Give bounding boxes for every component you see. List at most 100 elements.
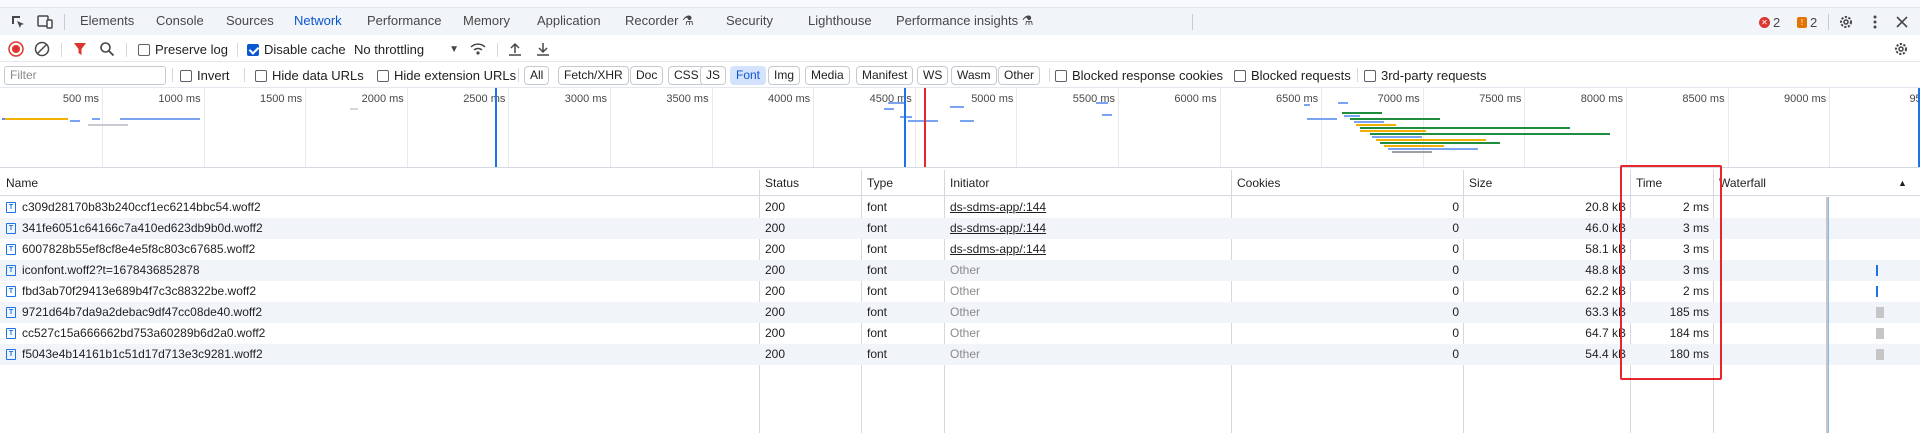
more-options-icon[interactable] (1866, 13, 1884, 31)
type-filter-all[interactable]: All (524, 66, 550, 85)
type-filter-ws[interactable]: WS (917, 66, 949, 85)
filter-input[interactable]: Filter (4, 66, 166, 85)
font-file-icon: T (6, 328, 16, 339)
waterfall-bar[interactable] (1876, 307, 1884, 318)
record-stop-icon[interactable] (7, 40, 25, 58)
disable-cache-checkbox[interactable]: Disable cache (247, 42, 346, 57)
close-devtools-icon[interactable] (1893, 13, 1911, 31)
cell-name[interactable]: c309d28170b83b240ccf1ec6214bbc54.woff2 (22, 197, 752, 218)
third-party-requests-checkbox[interactable]: 3rd-party requests (1364, 68, 1487, 83)
error-count-badge[interactable]: ✕ 2 (1759, 14, 1780, 30)
inspect-element-icon[interactable] (9, 13, 27, 31)
cell-initiator[interactable]: ds-sdms-app/:144 (950, 197, 1220, 218)
cell-name[interactable]: cc527c15a666662bd753a60289b6d2a0.woff2 (22, 323, 752, 344)
font-file-icon: T (6, 307, 16, 318)
type-filter-wasm[interactable]: Wasm (951, 66, 997, 85)
checkbox-box[interactable] (255, 69, 267, 82)
table-row[interactable]: Tf5043e4b14161b1c51d17d713e3c9281.woff2 2… (0, 344, 1920, 365)
cell-initiator[interactable]: ds-sdms-app/:144 (950, 218, 1220, 239)
type-filter-fetch-xhr[interactable]: Fetch/XHR (558, 66, 629, 85)
type-filter-font[interactable]: Font (730, 66, 767, 85)
cell-name[interactable]: 9721d64b7da9a2debac9df47cc08de40.woff2 (22, 302, 752, 323)
checkbox-box[interactable] (247, 43, 259, 56)
hide-data-urls-checkbox[interactable]: Hide data URLs (255, 68, 364, 83)
cell-name[interactable]: 6007828b55ef8cf8e4e5f8c803c67685.woff2 (22, 239, 752, 260)
table-row[interactable]: T 341fe6051c64166c7a410ed623db9b0d.woff2 2… (0, 218, 1920, 239)
hide-extension-urls-checkbox[interactable]: Hide extension URLs (377, 68, 516, 83)
overview-request-bar (1102, 114, 1112, 116)
toolbar-separator (1049, 68, 1050, 82)
cell-time: 2 ms (1682, 200, 1709, 214)
checkbox-box[interactable] (138, 43, 150, 56)
waterfall-bar[interactable] (1876, 328, 1884, 339)
invert-label: Invert (197, 68, 230, 83)
network-settings-gear-icon[interactable] (1892, 40, 1910, 58)
import-har-upload-icon[interactable] (506, 40, 524, 58)
table-row[interactable]: Ticonfont.woff2?t=1678436852878 200 font Ot… (0, 260, 1920, 281)
cell-initiator: Other (950, 263, 981, 277)
filter-bar: Filter Invert Hide data URLs Hide extens… (0, 62, 1920, 88)
type-filter-js[interactable]: JS (700, 66, 727, 85)
checkbox-box[interactable] (180, 69, 192, 82)
waterfall-bar[interactable] (1876, 265, 1878, 276)
blocked-response-cookies-checkbox[interactable]: Blocked response cookies (1055, 68, 1223, 83)
column-header-initiator[interactable]: Initiator (944, 170, 989, 196)
clear-icon[interactable] (33, 40, 51, 58)
export-har-download-icon[interactable] (534, 40, 552, 58)
cell-status: 200 (765, 347, 786, 361)
type-filter-doc[interactable]: Doc (630, 66, 664, 85)
cell-status: 200 (765, 200, 786, 214)
top-strip (0, 0, 1920, 8)
cell-initiator[interactable]: ds-sdms-app/:144 (950, 239, 1220, 260)
search-icon[interactable] (98, 40, 116, 58)
table-row[interactable]: T 9721d64b7da9a2debac9df47cc08de40.woff2 2… (0, 302, 1920, 323)
type-filter-manifest[interactable]: Manifest (856, 66, 914, 85)
column-header-cookies[interactable]: Cookies (1231, 170, 1280, 196)
blocked-requests-checkbox[interactable]: Blocked requests (1234, 68, 1351, 83)
device-toolbar-icon[interactable] (36, 13, 54, 31)
cell-name[interactable]: fbd3ab70f29413e689b4f7c3c88322be.woff2 (22, 281, 752, 302)
table-row[interactable]: T 6007828b55ef8cf8e4e5f8c803c67685.woff2 2… (0, 239, 1920, 260)
column-header-waterfall[interactable]: Waterfall (1713, 170, 1766, 196)
column-header-type[interactable]: Type (861, 170, 893, 196)
network-overview-timeline[interactable]: 500 ms 1000 ms 1500 ms 2000 ms 2500 ms 3000 m… (0, 88, 1920, 168)
checkbox-box[interactable] (1055, 69, 1067, 82)
overview-marker-line (495, 88, 497, 167)
type-filter-img[interactable]: Img (768, 66, 801, 85)
waterfall-bar[interactable] (1876, 349, 1884, 360)
cell-initiator: Other (950, 305, 981, 319)
cell-name[interactable]: iconfont.woff2?t=1678436852878 (22, 260, 752, 281)
waterfall-bar[interactable] (1876, 286, 1878, 297)
checkbox-box[interactable] (1234, 69, 1246, 82)
type-filter-media[interactable]: Media (805, 66, 850, 85)
sort-ascending-icon[interactable]: ▲ (1898, 178, 1907, 188)
checkbox-box[interactable] (377, 69, 389, 82)
warning-count-badge[interactable]: ! 2 (1797, 14, 1817, 30)
table-row[interactable]: Tc309d28170b83b240ccf1ec6214bbc54.woff2 2… (0, 197, 1920, 218)
overview-request-bar (70, 120, 80, 122)
network-conditions-wifi-icon[interactable] (469, 40, 487, 58)
column-header-size[interactable]: Size (1463, 170, 1492, 196)
type-filter-other[interactable]: Other (998, 66, 1041, 85)
invert-checkbox[interactable]: Invert (180, 68, 230, 83)
settings-gear-icon[interactable] (1837, 13, 1855, 31)
filter-funnel-icon[interactable] (71, 40, 89, 58)
column-header-name[interactable]: Name (0, 170, 38, 196)
overview-request-bar (1360, 127, 1570, 129)
cell-initiator: Other (950, 326, 981, 340)
cell-status: 200 (765, 242, 786, 256)
overview-request-bar (1370, 133, 1610, 135)
cell-name[interactable]: 341fe6051c64166c7a410ed623db9b0d.woff2 (22, 218, 752, 239)
cell-size: 54.4 kB (1585, 347, 1626, 361)
overview-tick-label: 9000 ms (1783, 93, 1827, 105)
checkbox-box[interactable] (1364, 69, 1376, 82)
table-row[interactable]: Tcc527c15a666662bd753a60289b6d2a0.woff2 2… (0, 323, 1920, 344)
overview-gridline (914, 88, 916, 167)
table-row[interactable]: Tfbd3ab70f29413e689b4f7c3c88322be.woff2 2… (0, 281, 1920, 302)
column-header-status[interactable]: Status (759, 170, 799, 196)
preserve-log-checkbox[interactable]: Preserve log (138, 42, 228, 57)
throttling-select[interactable]: No throttling ▼ (354, 42, 459, 57)
cell-time: 2 ms (1682, 284, 1709, 298)
cell-name[interactable]: f5043e4b14161b1c51d17d713e3c9281.woff2 (22, 344, 752, 365)
column-header-time[interactable]: Time (1630, 170, 1662, 196)
